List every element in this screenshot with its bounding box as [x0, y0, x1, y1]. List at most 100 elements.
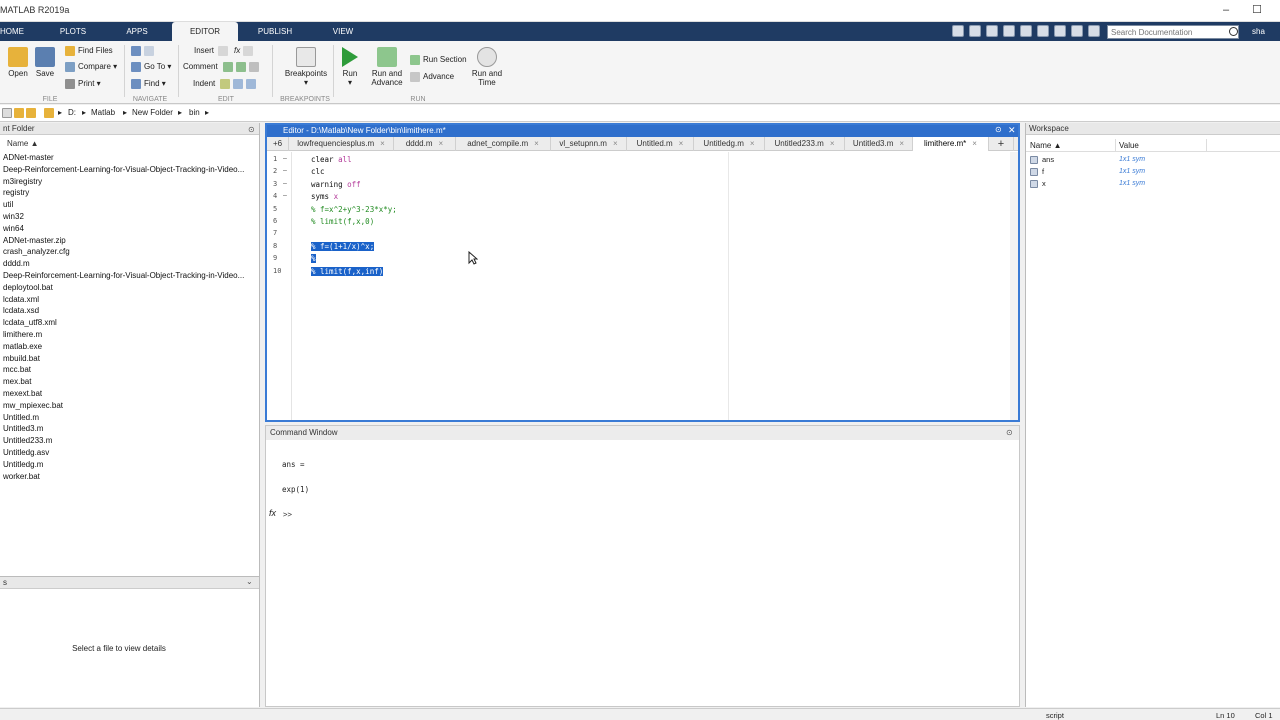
tab-home[interactable]: HOME: [0, 22, 24, 41]
breakpoint-marker[interactable]: –: [283, 167, 287, 174]
tab-untitled3[interactable]: Untitled3.m ×: [845, 137, 913, 151]
command-prompt[interactable]: >>: [283, 510, 292, 519]
file-list-item[interactable]: Untitledg.asv: [3, 448, 49, 457]
tab-vl-setupnn[interactable]: vl_setupnn.m ×: [551, 137, 627, 151]
file-list-item[interactable]: win32: [3, 212, 24, 221]
search-icon[interactable]: [1229, 27, 1238, 36]
chevron-down-icon[interactable]: ⌄: [246, 577, 253, 586]
breadcrumb-bin[interactable]: bin: [189, 108, 200, 117]
file-list-item[interactable]: worker.bat: [3, 472, 40, 481]
save-button[interactable]: Save: [33, 47, 57, 78]
file-list-item[interactable]: mbuild.bat: [3, 354, 40, 363]
code-line[interactable]: clear all: [311, 155, 352, 164]
compare-button[interactable]: Compare ▾: [65, 61, 117, 73]
breadcrumb-drive[interactable]: D:: [68, 108, 76, 117]
breakpoint-marker[interactable]: –: [283, 155, 287, 162]
breadcrumb-new-folder[interactable]: New Folder: [132, 108, 173, 117]
undo-icon[interactable]: [1020, 25, 1032, 37]
tab-plots[interactable]: PLOTS: [50, 22, 96, 41]
tab-close-icon[interactable]: ×: [380, 139, 385, 148]
tab-untitled233[interactable]: Untitled233.m ×: [765, 137, 845, 151]
tab-close-icon[interactable]: ×: [972, 139, 977, 148]
tab-close-icon[interactable]: ×: [750, 139, 755, 148]
fx-icon[interactable]: fx: [269, 508, 276, 518]
close-icon[interactable]: ✕: [1008, 125, 1016, 136]
tab-limithere[interactable]: limithere.m* ×: [913, 137, 989, 151]
tab-close-icon[interactable]: ×: [830, 139, 835, 148]
paste-icon[interactable]: [1003, 25, 1015, 37]
open-button[interactable]: Open: [4, 47, 32, 78]
command-window[interactable]: Command Window ⊙ ans = exp(1) fx >>: [265, 425, 1020, 707]
panel-menu-icon[interactable]: ⊙: [248, 125, 255, 134]
file-list-item[interactable]: util: [3, 200, 13, 209]
file-list-item[interactable]: win64: [3, 224, 24, 233]
workspace-variable[interactable]: f: [1030, 167, 1044, 177]
file-list-item[interactable]: ADNet-master: [3, 153, 54, 162]
tab-untitledg[interactable]: Untitledg.m ×: [694, 137, 765, 151]
tab-dddd[interactable]: dddd.m ×: [394, 137, 456, 151]
file-list-item[interactable]: Untitled3.m: [3, 424, 43, 433]
value-column-header[interactable]: Value: [1119, 141, 1139, 150]
browse-folder-icon[interactable]: [26, 108, 36, 118]
go-to-button[interactable]: Go To ▾: [131, 61, 171, 73]
run-and-advance-button[interactable]: Run and Advance: [368, 47, 406, 87]
file-list-item[interactable]: Deep-Reinforcement-Learning-for-Visual-O…: [3, 271, 244, 280]
file-list-item[interactable]: m3iregistry: [3, 177, 42, 186]
editor-menu-icon[interactable]: ⊙: [995, 125, 1002, 134]
community-icon[interactable]: [1088, 25, 1100, 37]
editor-scrollbar[interactable]: [1010, 152, 1018, 420]
tab-view[interactable]: VIEW: [320, 22, 366, 41]
code-line[interactable]: clc: [311, 167, 325, 176]
tab-publish[interactable]: PUBLISH: [250, 22, 300, 41]
run-section-button[interactable]: Run Section: [410, 54, 467, 66]
tab-close-icon[interactable]: ×: [613, 139, 618, 148]
save-icon[interactable]: [952, 25, 964, 37]
insert-button[interactable]: Insert fx: [194, 45, 256, 57]
help-icon[interactable]: [1071, 25, 1083, 37]
code-line[interactable]: warning off: [311, 180, 361, 189]
redo-icon[interactable]: [1037, 25, 1049, 37]
name-column-header[interactable]: Name ▲: [1030, 141, 1061, 150]
file-list-item[interactable]: registry: [3, 188, 29, 197]
file-list-item[interactable]: mex.bat: [3, 377, 31, 386]
run-and-time-button[interactable]: Run and Time: [469, 47, 505, 87]
code-line[interactable]: syms x: [311, 192, 338, 201]
find-files-button[interactable]: Find Files: [65, 45, 113, 57]
user-name[interactable]: sha: [1252, 25, 1265, 39]
cut-icon[interactable]: [969, 25, 981, 37]
file-list-item[interactable]: Untitled.m: [3, 413, 39, 422]
switch-windows-icon[interactable]: [1054, 25, 1066, 37]
tab-editor[interactable]: EDITOR: [172, 22, 238, 41]
add-tab-button[interactable]: +: [989, 137, 1014, 151]
maximize-button[interactable]: ☐: [1250, 3, 1264, 17]
minimize-button[interactable]: –: [1219, 3, 1233, 17]
code-line[interactable]: % limit(f,x,0): [311, 217, 374, 226]
tab-lowfrequenciesplus[interactable]: lowfrequenciesplus.m ×: [289, 137, 394, 151]
indent-button[interactable]: Indent: [193, 78, 259, 90]
breakpoint-marker[interactable]: –: [283, 180, 287, 187]
code-line[interactable]: %: [311, 254, 316, 264]
tab-apps[interactable]: APPS: [114, 22, 160, 41]
file-list-item[interactable]: limithere.m: [3, 330, 42, 339]
copy-icon[interactable]: [986, 25, 998, 37]
up-folder-icon[interactable]: [14, 108, 24, 118]
tab-close-icon[interactable]: ×: [679, 139, 684, 148]
fx-icon[interactable]: fx: [234, 46, 240, 55]
tab-untitled[interactable]: Untitled.m ×: [627, 137, 694, 151]
code-line[interactable]: % f=x^2+y^3-23*x*y;: [311, 205, 397, 214]
back-folder-icon[interactable]: [2, 108, 12, 118]
breadcrumb-matlab[interactable]: Matlab: [91, 108, 115, 117]
tab-close-icon[interactable]: ×: [899, 139, 904, 148]
file-list-item[interactable]: mcc.bat: [3, 365, 31, 374]
advance-button[interactable]: Advance: [410, 71, 454, 83]
file-list-item[interactable]: matlab.exe: [3, 342, 42, 351]
file-list-item[interactable]: Untitledg.m: [3, 460, 43, 469]
file-list-item[interactable]: lcdata_utf8.xml: [3, 318, 57, 327]
file-list-item[interactable]: mexext.bat: [3, 389, 42, 398]
panel-menu-icon[interactable]: ⊙: [1006, 428, 1013, 437]
workspace-variable[interactable]: x: [1030, 179, 1046, 189]
file-list-item[interactable]: lcdata.xsd: [3, 306, 39, 315]
print-button[interactable]: Print ▾: [65, 78, 101, 90]
name-column-header[interactable]: Name ▲: [7, 139, 38, 148]
tab-overflow[interactable]: +6: [267, 137, 289, 151]
